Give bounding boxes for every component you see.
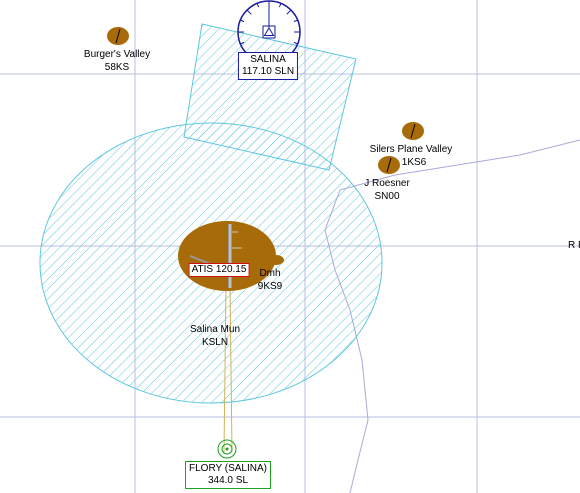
airport-label: J Roesner SN00 — [364, 177, 410, 203]
vor-label[interactable]: SALINA 117.10 SLN — [237, 52, 299, 80]
airport-name: J Roesner — [364, 178, 410, 189]
ndb-name: FLORY (SALINA) — [189, 463, 267, 474]
ndb-frequency: 344.0 SL — [207, 475, 249, 486]
airport-label: Salina Mun KSLN — [190, 323, 240, 349]
airport-name: Salina Mun — [189, 324, 241, 335]
ndb-label[interactable]: FLORY (SALINA) 344.0 SL — [185, 461, 271, 489]
map-canvas[interactable]: Burger's Valley 58KS Silers Plane Valley… — [0, 0, 580, 493]
edge-label: R F — [568, 240, 580, 251]
ndb-icon[interactable] — [217, 439, 237, 459]
airport-name: Burger's Valley — [83, 49, 151, 60]
airport-label: Silers Plane Valley 1KS6 — [370, 143, 453, 169]
airport-label: Burger's Valley 58KS — [84, 48, 150, 74]
airport-ident: 1KS6 — [401, 157, 427, 168]
vor-name: SALINA — [250, 54, 286, 65]
airport-grass-strip-icon[interactable] — [107, 27, 129, 45]
airport-ident: SN00 — [374, 191, 400, 202]
atis-label[interactable]: ATIS 120.15 — [188, 263, 250, 277]
atis-frequency: ATIS 120.15 — [191, 264, 247, 275]
airport-label: Dmh 9KS9 — [258, 267, 282, 293]
airport-grass-strip-icon[interactable] — [402, 122, 424, 140]
airport-name: Dmh — [259, 268, 281, 279]
airport-ident: 9KS9 — [257, 281, 283, 292]
airport-ident: 58KS — [104, 62, 130, 73]
vor-frequency: 117.10 SLN — [241, 66, 295, 77]
airport-name: Silers Plane Valley — [369, 144, 453, 155]
airport-ident: KSLN — [201, 337, 229, 348]
